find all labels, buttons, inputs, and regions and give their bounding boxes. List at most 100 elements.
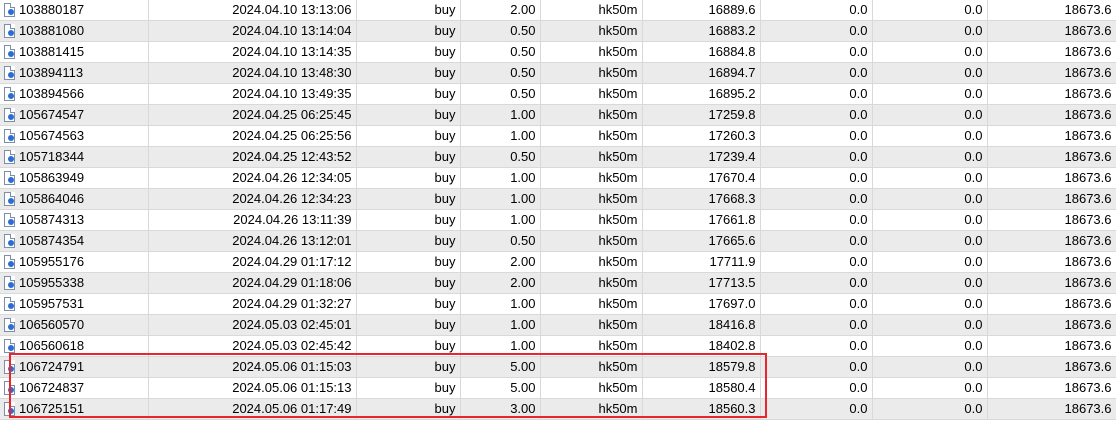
time-cell: 2024.04.10 13:14:35 [148, 41, 357, 63]
table-row[interactable]: 105955338 2024.04.29 01:18:06 buy 2.00 hk50m… [0, 272, 1116, 294]
volume-cell: 1.00 [460, 167, 541, 189]
sl-cell: 0.0 [760, 188, 873, 210]
price-cell: 17239.4 [642, 146, 761, 168]
order-id: 103880187 [19, 2, 85, 17]
sl-cell: 0.0 [760, 293, 873, 315]
order-cell: 105955176 [0, 251, 149, 273]
symbol-cell: hk50m [540, 272, 643, 294]
time-cell: 2024.04.26 13:11:39 [148, 209, 357, 231]
positions-table-body: 103880187 2024.04.10 13:13:06 buy 2.00 hk50m… [0, 0, 1116, 420]
volume-cell: 1.00 [460, 104, 541, 126]
position-icon [4, 24, 15, 38]
current-price-cell: 18673.6 [987, 377, 1116, 399]
table-row[interactable]: 106725151 2024.05.06 01:17:49 buy 3.00 hk50m… [0, 398, 1116, 420]
table-row[interactable]: 103880187 2024.04.10 13:13:06 buy 2.00 hk50m… [0, 0, 1116, 21]
price-cell: 17670.4 [642, 167, 761, 189]
table-row[interactable]: 103881080 2024.04.10 13:14:04 buy 0.50 hk50m… [0, 20, 1116, 42]
tp-cell: 0.0 [872, 188, 988, 210]
table-row[interactable]: 105955176 2024.04.29 01:17:12 buy 2.00 hk50m… [0, 251, 1116, 273]
tp-cell: 0.0 [872, 104, 988, 126]
order-cell: 103880187 [0, 0, 149, 21]
price-cell: 16895.2 [642, 83, 761, 105]
current-price-cell: 18673.6 [987, 188, 1116, 210]
current-price-cell: 18673.6 [987, 104, 1116, 126]
table-row[interactable]: 106560570 2024.05.03 02:45:01 buy 1.00 hk50m… [0, 314, 1116, 336]
price-cell: 16889.6 [642, 0, 761, 21]
position-icon [4, 213, 15, 227]
symbol-cell: hk50m [540, 167, 643, 189]
tp-cell: 0.0 [872, 314, 988, 336]
order-id: 105955338 [19, 275, 85, 290]
table-row[interactable]: 105674547 2024.04.25 06:25:45 buy 1.00 hk50m… [0, 104, 1116, 126]
table-row[interactable]: 105874354 2024.04.26 13:12:01 buy 0.50 hk50m… [0, 230, 1116, 252]
type-cell: buy [356, 335, 461, 357]
position-icon [4, 297, 15, 311]
type-cell: buy [356, 293, 461, 315]
tp-cell: 0.0 [872, 293, 988, 315]
sl-cell: 0.0 [760, 356, 873, 378]
tp-cell: 0.0 [872, 335, 988, 357]
time-cell: 2024.04.10 13:14:04 [148, 20, 357, 42]
tp-cell: 0.0 [872, 83, 988, 105]
position-icon [4, 276, 15, 290]
symbol-cell: hk50m [540, 335, 643, 357]
type-cell: buy [356, 0, 461, 21]
sl-cell: 0.0 [760, 398, 873, 420]
volume-cell: 0.50 [460, 62, 541, 84]
table-row[interactable]: 105874313 2024.04.26 13:11:39 buy 1.00 hk50m… [0, 209, 1116, 231]
position-icon [4, 234, 15, 248]
time-cell: 2024.04.10 13:49:35 [148, 83, 357, 105]
sl-cell: 0.0 [760, 377, 873, 399]
position-icon [4, 255, 15, 269]
position-icon [4, 3, 15, 17]
type-cell: buy [356, 125, 461, 147]
price-cell: 17668.3 [642, 188, 761, 210]
tp-cell: 0.0 [872, 20, 988, 42]
table-row[interactable]: 106560618 2024.05.03 02:45:42 buy 1.00 hk50m… [0, 335, 1116, 357]
volume-cell: 1.00 [460, 293, 541, 315]
order-id: 103881415 [19, 44, 85, 59]
order-id: 105957531 [19, 296, 85, 311]
table-row[interactable]: 103894113 2024.04.10 13:48:30 buy 0.50 hk50m… [0, 62, 1116, 84]
table-row[interactable]: 106724791 2024.05.06 01:15:03 buy 5.00 hk50m… [0, 356, 1116, 378]
symbol-cell: hk50m [540, 377, 643, 399]
sl-cell: 0.0 [760, 62, 873, 84]
tp-cell: 0.0 [872, 377, 988, 399]
tp-cell: 0.0 [872, 41, 988, 63]
time-cell: 2024.05.03 02:45:01 [148, 314, 357, 336]
volume-cell: 1.00 [460, 314, 541, 336]
symbol-cell: hk50m [540, 314, 643, 336]
time-cell: 2024.04.26 12:34:23 [148, 188, 357, 210]
current-price-cell: 18673.6 [987, 41, 1116, 63]
volume-cell: 5.00 [460, 356, 541, 378]
table-row[interactable]: 105674563 2024.04.25 06:25:56 buy 1.00 hk50m… [0, 125, 1116, 147]
type-cell: buy [356, 146, 461, 168]
current-price-cell: 18673.6 [987, 167, 1116, 189]
table-row[interactable]: 103881415 2024.04.10 13:14:35 buy 0.50 hk50m… [0, 41, 1116, 63]
position-icon [4, 402, 15, 416]
type-cell: buy [356, 251, 461, 273]
current-price-cell: 18673.6 [987, 0, 1116, 21]
time-cell: 2024.05.03 02:45:42 [148, 335, 357, 357]
type-cell: buy [356, 83, 461, 105]
time-cell: 2024.04.10 13:13:06 [148, 0, 357, 21]
current-price-cell: 18673.6 [987, 293, 1116, 315]
order-cell: 103894113 [0, 62, 149, 84]
table-row[interactable]: 106724837 2024.05.06 01:15:13 buy 5.00 hk50m… [0, 377, 1116, 399]
table-row[interactable]: 103894566 2024.04.10 13:49:35 buy 0.50 hk50m… [0, 83, 1116, 105]
sl-cell: 0.0 [760, 335, 873, 357]
price-cell: 17697.0 [642, 293, 761, 315]
sl-cell: 0.0 [760, 251, 873, 273]
order-id: 106725151 [19, 401, 85, 416]
tp-cell: 0.0 [872, 62, 988, 84]
position-icon [4, 45, 15, 59]
position-icon [4, 108, 15, 122]
order-id: 105864046 [19, 191, 85, 206]
price-cell: 17711.9 [642, 251, 761, 273]
table-row[interactable]: 105718344 2024.04.25 12:43:52 buy 0.50 hk50m… [0, 146, 1116, 168]
volume-cell: 1.00 [460, 188, 541, 210]
table-row[interactable]: 105863949 2024.04.26 12:34:05 buy 1.00 hk50m… [0, 167, 1116, 189]
table-row[interactable]: 105864046 2024.04.26 12:34:23 buy 1.00 hk50m… [0, 188, 1116, 210]
order-id: 105863949 [19, 170, 85, 185]
table-row[interactable]: 105957531 2024.04.29 01:32:27 buy 1.00 hk50m… [0, 293, 1116, 315]
